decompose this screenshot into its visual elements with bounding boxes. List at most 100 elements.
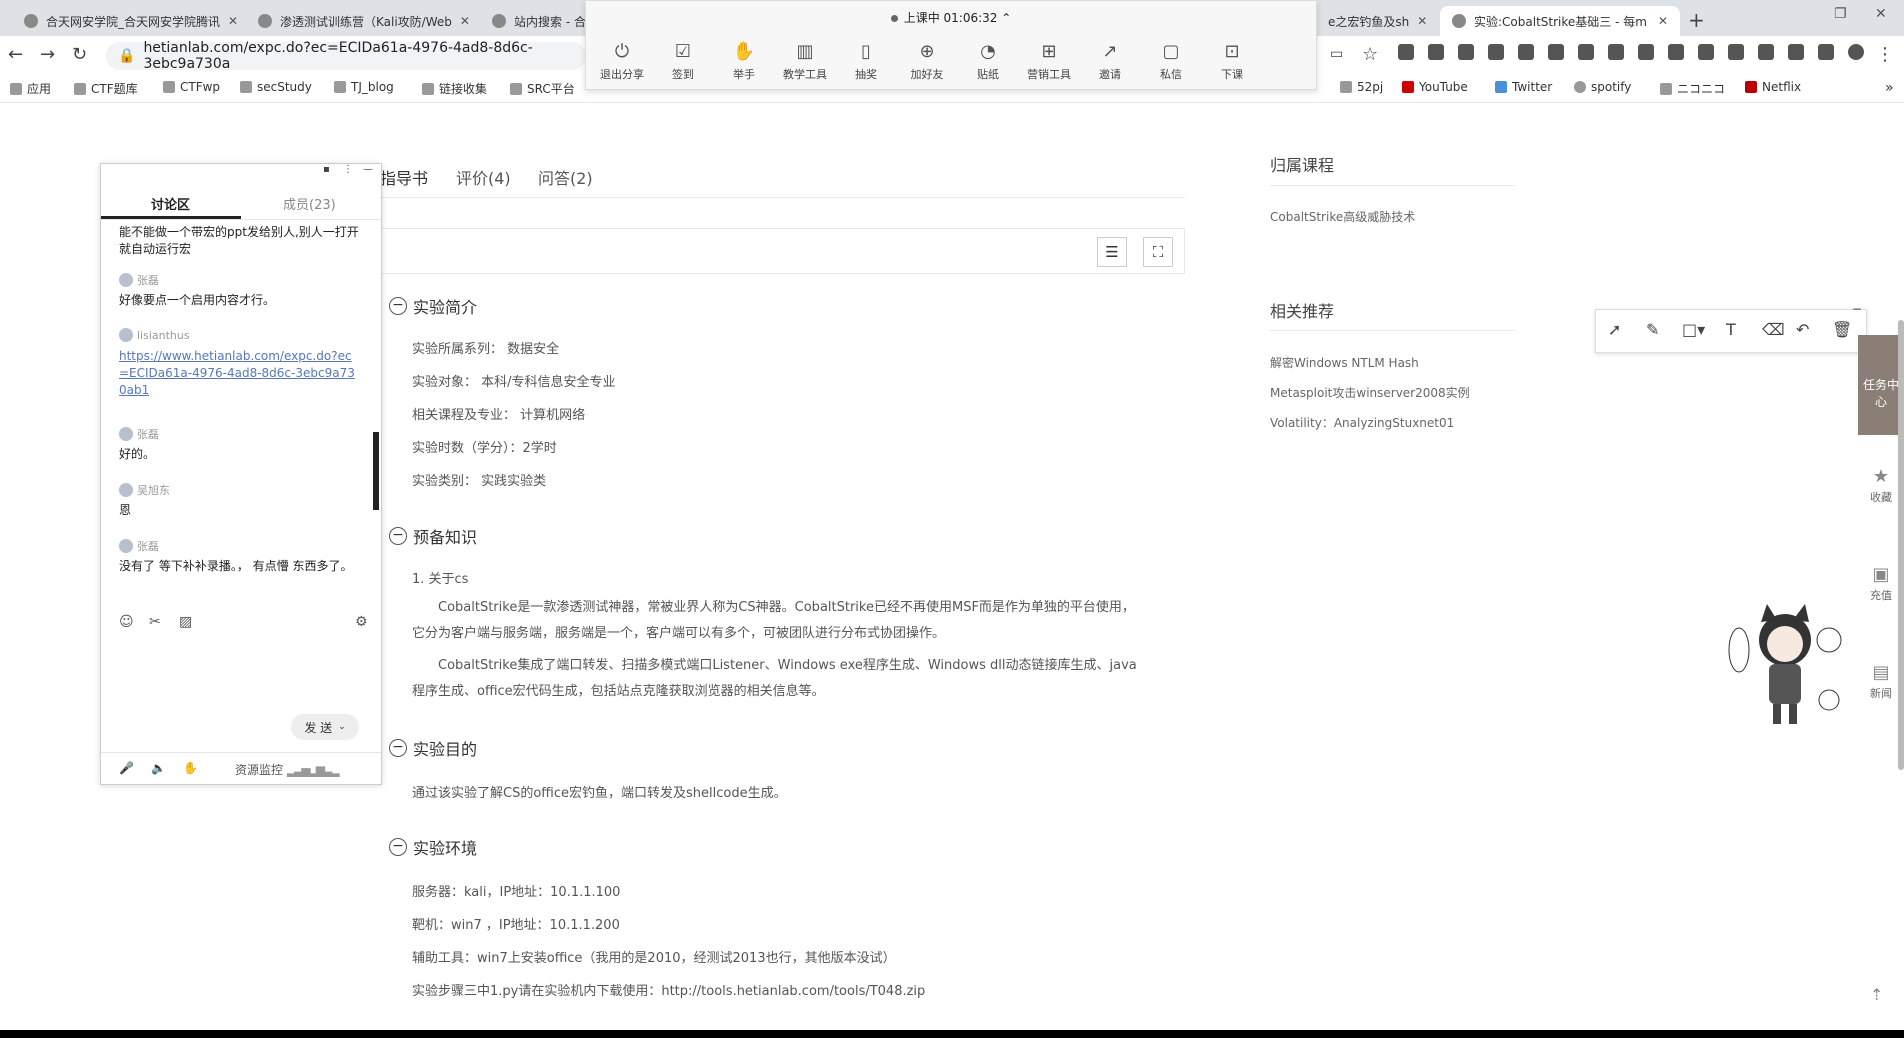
back-to-top-icon[interactable]: ⇡ <box>1870 985 1883 1004</box>
more-icon[interactable]: ⋮ <box>343 164 353 175</box>
recommend-link[interactable]: 解密Windows NTLM Hash <box>1270 354 1419 371</box>
course-link[interactable]: CobaltStrike高级威胁技术 <box>1270 208 1415 225</box>
teaching-tools-button[interactable]: ▥ 教学工具 <box>775 41 835 82</box>
extension-icon[interactable] <box>1578 44 1594 60</box>
extension-icon[interactable] <box>1698 44 1714 60</box>
speaker-icon[interactable]: 🔈 <box>151 761 166 775</box>
image-icon[interactable]: ▨ <box>179 614 192 630</box>
eraser-icon[interactable]: ⌫ <box>1762 320 1785 339</box>
bookmark-item[interactable]: ニコニコ <box>1660 80 1725 97</box>
chat-message-link[interactable]: https://www.hetianlab.com/expc.do?ec=ECI… <box>119 348 359 399</box>
invite-button[interactable]: ↗ 邀请 <box>1080 41 1140 82</box>
browser-tab[interactable]: e之宏钓鱼及sh ✕ <box>1316 6 1436 36</box>
pointer-icon[interactable]: ➚ <box>1608 320 1621 339</box>
add-friend-button[interactable]: ⊕ 加好友 <box>897 41 957 82</box>
bookmark-item[interactable]: CTFwp <box>163 80 220 94</box>
bookmark-item[interactable]: 链接收集 <box>422 80 487 97</box>
exit-share-button[interactable]: ⏻ 退出分享 <box>592 41 652 82</box>
raise-hand-button[interactable]: ✋ 举手 <box>714 41 774 82</box>
extension-icon[interactable] <box>1758 44 1774 60</box>
forward-icon[interactable]: → <box>40 44 55 65</box>
extension-icon[interactable] <box>1518 44 1534 60</box>
bookmark-star-icon[interactable]: ☆ <box>1362 44 1378 65</box>
page-scrollbar[interactable] <box>1898 320 1904 770</box>
tab-members[interactable]: 成员(23) <box>283 194 336 213</box>
trash-icon[interactable]: 🗑 <box>1832 320 1852 339</box>
bookmark-item[interactable]: Twitter <box>1495 80 1552 94</box>
resource-monitor[interactable]: 资源监控 ▂▃▅▂▆▃▂ <box>235 761 339 778</box>
private-message-button[interactable]: ▢ 私信 <box>1141 41 1201 82</box>
browser-tab[interactable]: 渗透测试训练营（Kali攻防/Web ✕ <box>246 6 476 36</box>
browser-tab[interactable]: 站内搜索 - 合 <box>480 6 590 36</box>
browser-tab-active[interactable]: 实验:CobaltStrike基础三 - 每m ✕ <box>1440 6 1680 36</box>
section-prep-heading[interactable]: − 预备知识 <box>389 524 477 548</box>
extension-icon[interactable] <box>1788 44 1804 60</box>
emoji-icon[interactable]: ☺ <box>119 614 134 630</box>
restore-window-icon[interactable]: ❐ <box>1834 6 1847 22</box>
back-icon[interactable]: ← <box>8 44 23 65</box>
close-window-icon[interactable]: ✕ <box>1875 6 1887 22</box>
bookmark-item[interactable]: SRC平台 <box>510 80 575 97</box>
outline-icon[interactable]: ☰ <box>1097 237 1127 267</box>
bookmark-item[interactable]: Netflix <box>1745 80 1801 94</box>
undo-icon[interactable]: ↶ <box>1796 320 1809 339</box>
bookmark-item[interactable]: 应用 <box>10 80 51 97</box>
close-tab-icon[interactable]: ✕ <box>1417 14 1427 28</box>
url-input[interactable]: 🔒 hetianlab.com/expc.do?ec=ECIDa61a-4976-… <box>106 40 586 72</box>
extension-icon[interactable] <box>1548 44 1564 60</box>
bookmark-item[interactable]: YouTube <box>1402 80 1468 94</box>
section-env-heading[interactable]: − 实验环境 <box>389 835 477 859</box>
bookmark-item[interactable]: TJ_blog <box>334 80 394 94</box>
marketing-tools-button[interactable]: ⊞ 营销工具 <box>1019 41 1079 82</box>
bookmark-item[interactable]: 52pj <box>1340 80 1383 94</box>
tab-qa[interactable]: 问答(2) <box>538 165 593 189</box>
hand-icon[interactable]: ✋ <box>183 761 198 775</box>
section-intro-heading[interactable]: − 实验简介 <box>389 294 477 318</box>
extension-icon[interactable] <box>1638 44 1654 60</box>
settings-icon[interactable]: ⚙ <box>355 614 368 630</box>
collapse-icon[interactable]: ⌃ <box>1001 11 1011 25</box>
sticker-button[interactable]: ◔ 贴纸 <box>958 41 1018 82</box>
extension-icon[interactable] <box>1458 44 1474 60</box>
reload-icon[interactable]: ↻ <box>72 44 87 65</box>
bookmark-item[interactable]: secStudy <box>240 80 312 94</box>
more-bookmarks-icon[interactable]: » <box>1885 80 1894 96</box>
tab-discussion[interactable]: 讨论区 <box>151 194 190 213</box>
fullscreen-icon[interactable]: ⛶ <box>1143 237 1173 267</box>
recommend-link[interactable]: Metasploit攻击winserver2008实例 <box>1270 384 1470 401</box>
microphone-icon[interactable]: 🎤 <box>119 761 134 775</box>
extension-icon[interactable] <box>1818 44 1834 60</box>
browser-tab[interactable]: 合天网安学院_合天网安学院腾讯 ✕ <box>12 6 242 36</box>
tab-reviews[interactable]: 评价(4) <box>456 165 511 189</box>
checkin-button[interactable]: ☑ 签到 <box>653 41 713 82</box>
browser-menu-icon[interactable]: ⋮ <box>1876 44 1894 65</box>
text-icon[interactable]: T <box>1726 320 1736 339</box>
recommend-link[interactable]: Volatility：AnalyzingStuxnet01 <box>1270 414 1454 431</box>
tab-guide[interactable]: 指导书 <box>380 165 428 189</box>
new-tab-button[interactable]: + <box>1688 8 1705 32</box>
section-goal-heading[interactable]: − 实验目的 <box>389 736 477 760</box>
close-tab-icon[interactable]: ✕ <box>228 14 238 28</box>
close-tab-icon[interactable]: ✕ <box>1658 14 1668 28</box>
rectangle-icon[interactable]: □▾ <box>1682 320 1705 339</box>
profile-avatar[interactable] <box>1848 44 1864 60</box>
extension-icon[interactable] <box>1488 44 1504 60</box>
pen-icon[interactable]: ✎ <box>1646 320 1659 339</box>
extension-icon[interactable] <box>1428 44 1444 60</box>
extension-icon[interactable] <box>1398 44 1414 60</box>
extension-icon[interactable] <box>1728 44 1744 60</box>
extension-icon[interactable] <box>1608 44 1624 60</box>
extension-icon[interactable] <box>1668 44 1684 60</box>
bookmark-item[interactable]: spotify <box>1574 80 1631 94</box>
pin-icon[interactable]: ▪ <box>323 164 330 175</box>
minimize-icon[interactable]: — <box>363 164 373 175</box>
bookmark-item[interactable]: CTF题库 <box>74 80 138 97</box>
lottery-button[interactable]: ▯ 抽奖 <box>836 41 896 82</box>
reader-mode-icon[interactable]: ▭ <box>1330 46 1343 62</box>
send-button[interactable]: 发 送 ⌄ <box>291 714 359 740</box>
close-tab-icon[interactable]: ✕ <box>460 14 470 28</box>
end-class-button[interactable]: ⊡ 下课 <box>1202 41 1262 82</box>
scissors-icon[interactable]: ✂ <box>149 614 161 630</box>
chat-scrollbar[interactable] <box>373 432 379 510</box>
minimize-icon[interactable]: − <box>1852 302 1862 316</box>
